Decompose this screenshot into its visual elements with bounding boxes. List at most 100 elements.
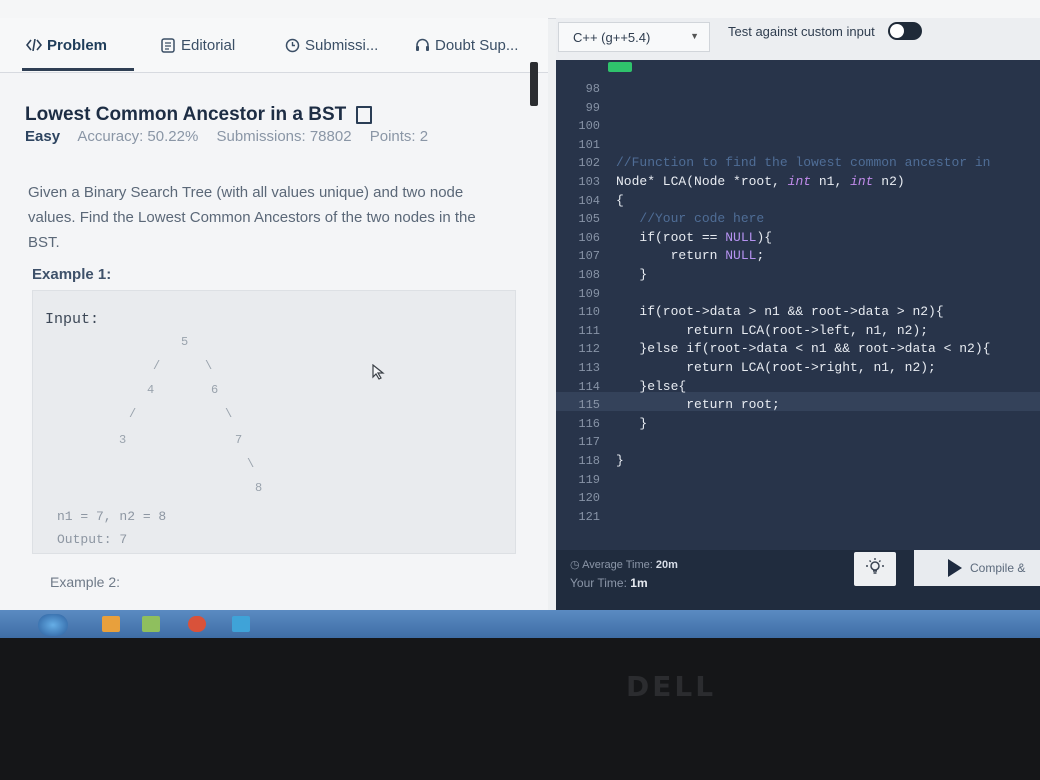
tree-edge: / [153,359,161,373]
tab-label: Editorial [181,36,236,54]
clock-icon [284,37,300,53]
tab-label: Submissi... [305,36,379,54]
fold-marker-icon[interactable] [608,62,632,72]
active-tab-indicator [22,68,134,71]
example-2-heading: Example 2: [50,574,121,590]
problem-description: Given a Binary Search Tree (with all val… [28,184,476,251]
browser-top-strip [0,0,1040,19]
problem-meta: Easy Accuracy: 50.22% Submissions: 78802… [25,128,442,145]
compile-run-button[interactable]: Compile & [914,550,1040,586]
line-number: 108 [578,268,600,282]
code-line: //Your code here [616,211,765,227]
tab-problem[interactable]: Problem [26,32,107,58]
tab-doubt-support[interactable]: Doubt Sup... [414,32,518,58]
problem-pane: Problem Editorial Submissi... Doubt Sup.… [0,18,548,610]
code-line: return LCA(root->left, n1, n2); [616,322,929,338]
tab-editorial[interactable]: Editorial [160,32,235,58]
average-time: ◷ Average Time: 20m [570,558,678,571]
code-line: }else if(root->data < n1 && root->data <… [616,341,991,357]
bookmark-icon[interactable] [356,106,373,124]
line-number: 103 [578,175,600,189]
language-select[interactable]: C++ (g++5.4) ▼ [558,22,710,52]
example-output: Output: 7 [57,532,128,547]
code-line: //Function to find the lowest common anc… [616,155,991,171]
tree-node: 4 [147,383,155,397]
line-number: 98 [585,82,600,96]
browser-icon[interactable] [188,616,206,632]
line-number: 110 [578,305,600,320]
tab-submissions[interactable]: Submissi... [284,32,378,58]
code-line: }else{ [616,378,687,394]
code-line: if(root == NULL){ [616,229,773,245]
line-number: 111 [578,323,600,338]
os-taskbar [0,610,1040,638]
code-icon [26,37,42,53]
code-line: return root; [616,397,780,413]
code-line: Node* LCA(Node *root, int n1, int n2) [616,174,905,189]
problem-title-text: Lowest Common Ancestor in a BST [25,104,347,125]
dell-logo: DELL [626,670,717,703]
tree-node: 8 [255,481,263,495]
points-text: Points: 2 [369,128,429,145]
line-number: 120 [578,491,600,506]
app-icon[interactable] [232,616,250,632]
line-number: 115 [578,398,600,413]
code-editor[interactable]: 98 99 100 101 102 //Function to find the lowe… [556,60,1040,550]
line-number: 102 [578,156,600,171]
mouse-cursor-icon [372,363,386,385]
tree-node: 7 [235,433,243,447]
code-line: if(root->data > n1 && root->data > n2){ [616,304,944,320]
chevron-down-icon: ▼ [690,31,699,41]
your-time-value: 1m [630,576,648,590]
headset-icon [414,37,430,53]
clock-icon: ◷ [570,559,583,571]
custom-input-label: Test against custom input [728,24,875,39]
tree-node: 5 [181,335,189,349]
code-line: { [616,192,624,208]
pane-scrollbar[interactable] [530,62,538,106]
line-number: 105 [578,212,600,227]
lightbulb-icon [865,557,885,582]
your-time-label: Your Time: [570,576,627,590]
line-number: 99 [585,100,600,115]
hint-button[interactable] [854,552,896,586]
language-value: C++ (g++5.4) [573,29,651,45]
media-icon[interactable] [142,616,160,632]
compile-label: Compile & [970,561,1026,575]
tree-node: 3 [119,433,127,447]
screen: Problem Editorial Submissi... Doubt Sup.… [0,0,1040,612]
average-time-label: Average Time: [582,559,653,571]
example-1-heading: Example 1: [32,266,112,283]
problem-title: Lowest Common Ancestor in a BST [25,104,373,126]
code-line: } [616,267,648,282]
start-button[interactable] [38,614,68,636]
tree-edge: \ [225,407,233,421]
code-line: } [616,453,624,468]
line-number: 113 [578,361,600,375]
custom-input-toggle[interactable] [888,22,922,40]
example-1-box: Input: 5 / \ 4 6 / \ 3 7 \ 8 n1 = 7, n2 … [32,290,516,554]
tree-node: 6 [211,383,219,397]
code-line: return NULL; [616,248,765,264]
line-number: 109 [578,286,600,301]
line-number: 118 [578,454,600,468]
line-number: 116 [578,416,600,431]
your-time: Your Time: 1m [570,576,648,590]
line-number: 106 [578,230,600,245]
play-icon [948,559,962,577]
tree-edge: / [129,407,137,421]
laptop-bezel [0,638,1040,780]
difficulty-badge: Easy [25,128,61,145]
average-time-value: 20m [655,559,678,571]
tree-edge: \ [247,457,255,471]
line-number: 104 [578,193,600,208]
tree-edge: \ [205,359,213,373]
example-input-values: n1 = 7, n2 = 8 [57,509,167,524]
folder-icon[interactable] [102,616,120,632]
toggle-knob [890,24,904,38]
code-line: return LCA(root->right, n1, n2); [616,360,936,375]
tab-label: Doubt Sup... [435,36,519,54]
line-number: 112 [578,342,600,357]
document-icon [160,37,176,53]
problem-tabs: Problem Editorial Submissi... Doubt Sup.… [0,18,548,73]
